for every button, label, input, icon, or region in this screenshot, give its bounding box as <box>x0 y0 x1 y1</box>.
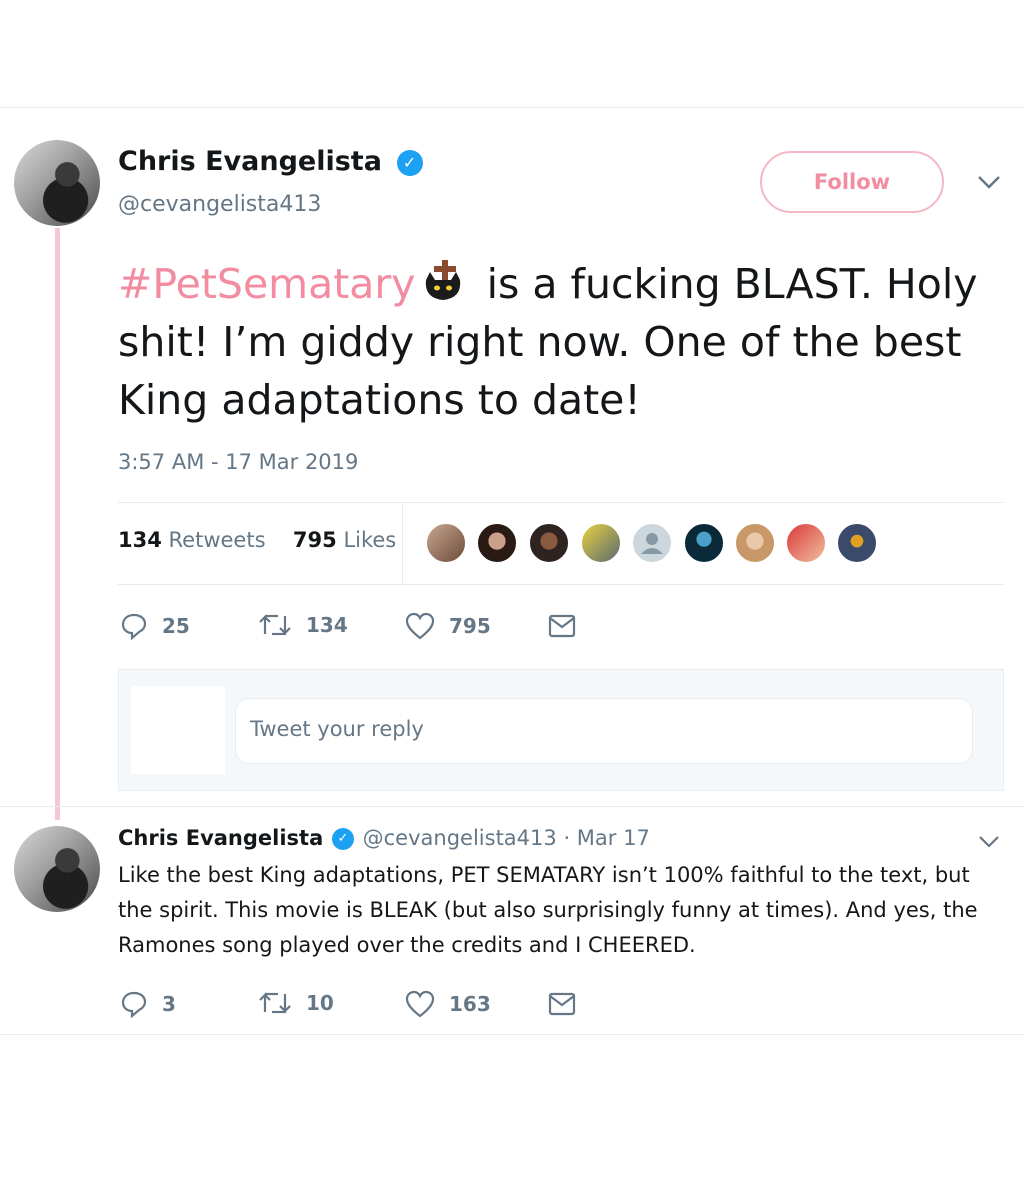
author-handle[interactable]: @cevangelista413 <box>118 192 321 217</box>
direct-message-icon <box>548 614 576 638</box>
reply-divider <box>0 806 1024 807</box>
reply-tweet-reply-count: 3 <box>162 992 176 1016</box>
heart-icon <box>405 612 435 640</box>
black-cat-emoji <box>420 259 466 300</box>
reply-tweet-direct-message-action[interactable] <box>548 992 590 1016</box>
liker-avatar[interactable] <box>580 522 622 564</box>
reply-tweet-reply-action[interactable]: 3 <box>120 990 176 1018</box>
reply-tweet-like-count: 163 <box>449 992 491 1016</box>
liker-avatar[interactable] <box>425 522 467 564</box>
liker-avatar[interactable] <box>528 522 570 564</box>
bottom-divider <box>0 1034 1024 1035</box>
reply-chevron-down-icon[interactable] <box>978 834 1000 853</box>
top-divider <box>0 107 1024 108</box>
heart-icon <box>405 990 435 1018</box>
likes-stat[interactable]: 795 Likes <box>293 528 396 552</box>
verified-badge-icon: ✓ <box>331 828 354 850</box>
retweet-icon <box>259 992 291 1014</box>
liker-avatar[interactable] <box>785 522 827 564</box>
reply-composer: Tweet your reply <box>118 669 1004 791</box>
reply-tweet-like-action[interactable]: 163 <box>405 990 491 1018</box>
liker-avatar[interactable] <box>476 522 518 564</box>
liker-avatar[interactable] <box>734 522 776 564</box>
retweet-count: 134 <box>306 613 348 637</box>
direct-message-icon <box>548 992 576 1016</box>
reply-action[interactable]: 25 <box>120 612 190 640</box>
retweet-icon <box>259 614 291 636</box>
like-action[interactable]: 795 <box>405 612 491 640</box>
reply-author-name[interactable]: Chris Evangelista <box>118 826 323 850</box>
direct-message-action[interactable] <box>548 614 590 638</box>
retweets-stat[interactable]: 134 Retweets <box>118 528 266 552</box>
reply-tweet-retweet-action[interactable]: 10 <box>258 990 334 1016</box>
chevron-down-icon[interactable] <box>976 174 1002 194</box>
reply-author-row: Chris Evangelista ✓ @cevangelista413 · M… <box>118 826 650 850</box>
reply-tweet-retweet-count: 10 <box>306 991 334 1015</box>
default-profile-icon <box>641 533 663 554</box>
thread-connector-line <box>55 228 60 820</box>
verified-badge-icon: ✓ <box>396 149 423 176</box>
author-avatar[interactable] <box>14 140 100 226</box>
likes-count: 795 <box>292 528 337 552</box>
reply-author-avatar[interactable] <box>14 826 100 912</box>
reply-composer-avatar <box>131 686 225 774</box>
stats-bottom-divider <box>118 584 1004 585</box>
reply-tweet-text: Like the best King adaptations, PET SEMA… <box>118 863 978 957</box>
likes-label: Likes <box>343 528 397 552</box>
stats-top-divider <box>118 502 1004 503</box>
hashtag-link[interactable]: #PetSematary <box>118 260 416 308</box>
author-name-row: Chris Evangelista ✓ <box>118 146 423 177</box>
reply-date[interactable]: · Mar 17 <box>563 826 649 850</box>
tweet-timestamp[interactable]: 3:57 AM - 17 Mar 2019 <box>118 450 358 474</box>
follow-button[interactable]: Follow <box>760 151 944 213</box>
author-name[interactable]: Chris Evangelista <box>118 146 382 177</box>
engagement-stats: 134 Retweets 795 Likes <box>118 528 396 552</box>
retweets-label: Retweets <box>168 528 266 552</box>
like-count: 795 <box>449 614 491 638</box>
reply-author-handle[interactable]: @cevangelista413 <box>363 826 557 850</box>
reply-count: 25 <box>162 614 190 638</box>
tweet-text: #PetSematary is a fucking BLAST. Holy sh… <box>118 255 978 429</box>
liker-avatar[interactable] <box>631 522 673 564</box>
reply-icon <box>121 991 147 1018</box>
reply-input[interactable]: Tweet your reply <box>235 698 973 764</box>
liker-avatar[interactable] <box>836 522 878 564</box>
retweets-count: 134 <box>118 528 162 552</box>
reply-icon <box>121 613 147 640</box>
retweet-action[interactable]: 134 <box>258 612 348 638</box>
liker-avatar[interactable] <box>683 522 725 564</box>
stats-vertical-divider <box>402 502 403 584</box>
